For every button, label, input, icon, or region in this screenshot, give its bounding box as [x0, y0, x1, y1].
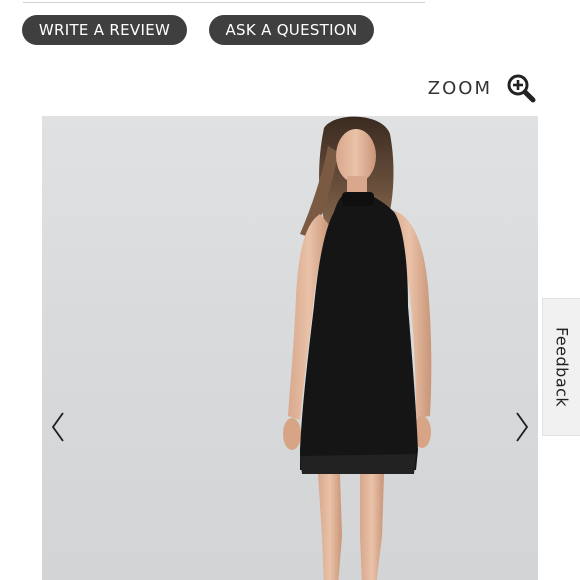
zoom-in-icon: [506, 73, 536, 103]
feedback-tab[interactable]: Feedback: [542, 298, 580, 436]
product-image-gallery[interactable]: [42, 116, 538, 580]
write-review-button[interactable]: WRITE A REVIEW: [22, 15, 187, 45]
product-page: WRITE A REVIEW ASK A QUESTION ZOOM Feedb…: [0, 0, 580, 580]
ask-question-button[interactable]: ASK A QUESTION: [209, 15, 374, 45]
zoom-label: ZOOM: [427, 77, 492, 99]
ask-question-label: ASK A QUESTION: [225, 21, 358, 39]
divider: [23, 2, 425, 3]
chevron-right-icon[interactable]: [512, 410, 532, 444]
zoom-button[interactable]: ZOOM: [428, 72, 536, 104]
feedback-label: Feedback: [552, 326, 572, 408]
chevron-left-icon[interactable]: [48, 410, 68, 444]
product-image: [283, 116, 432, 580]
write-review-label: WRITE A REVIEW: [38, 21, 171, 39]
